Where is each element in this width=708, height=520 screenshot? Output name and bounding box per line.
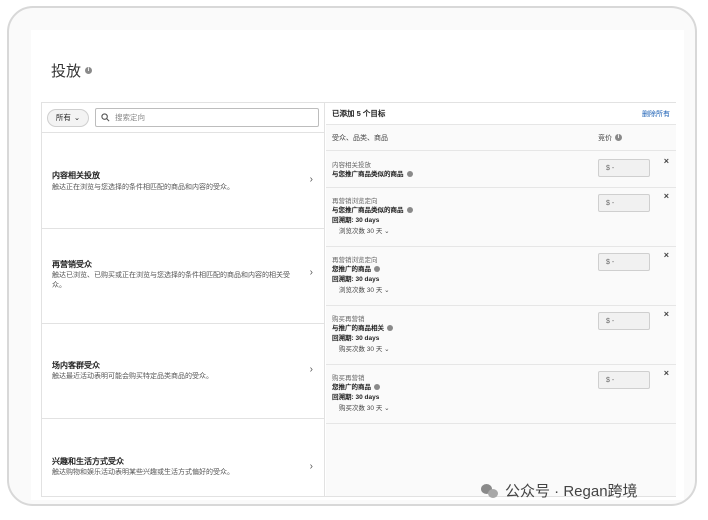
screen: 投放 i 所有 ⌄ 搜索定向 内容相关投放 触达正在浏览与您选择的条件相匹配的商… — [31, 30, 684, 500]
category-item[interactable]: 兴趣和生活方式受众 触达购物和娱乐活动表明某些兴趣或生活方式偏好的受众。 › — [42, 419, 325, 498]
category-item[interactable]: 场内客群受众 触达最近活动表明可能会购买特定品类商品的受众。 › — [42, 324, 325, 419]
targets-header: 已添加 5 个目标 删除所有 — [326, 103, 676, 125]
chevron-right-icon: › — [309, 461, 313, 472]
bid-input[interactable]: $ - — [598, 371, 650, 389]
frequency-dropdown[interactable]: 浏览次数 30 天 ⌄ — [339, 284, 390, 294]
target-row: 购买再营销 您推广的商品 回溯期: 30 days 购买次数 30 天 ⌄ $ … — [326, 365, 676, 424]
search-icon — [101, 113, 110, 122]
target-row: 再营销浏览定向 与您推广商品类似的商品 回溯期: 30 days 浏览次数 30… — [326, 188, 676, 247]
info-icon[interactable] — [374, 384, 380, 391]
close-icon[interactable]: × — [664, 368, 669, 378]
info-icon[interactable] — [387, 325, 393, 332]
target-row: 内容相关投放 与您推广商品类似的商品 $ - × — [326, 152, 676, 188]
info-icon[interactable]: i — [85, 67, 93, 74]
frequency-dropdown[interactable]: 浏览次数 30 天 ⌄ — [339, 225, 390, 235]
chevron-right-icon: › — [309, 267, 313, 278]
info-icon[interactable] — [374, 266, 380, 273]
scope-dropdown[interactable]: 所有 ⌄ — [47, 108, 89, 127]
close-icon[interactable]: × — [664, 156, 669, 166]
targeting-panel: 所有 ⌄ 内容相关投放 触达正在浏览与您选择的条件相匹配的商品和内容的受众。 — [41, 102, 676, 497]
info-icon[interactable]: i — [615, 134, 622, 141]
search-box[interactable] — [95, 108, 319, 127]
targets-column-header: 受众、品类、商品 竞价 i — [326, 125, 676, 151]
frequency-dropdown[interactable]: 购买次数 30 天 ⌄ — [339, 343, 390, 353]
chevron-down-icon: ⌄ — [384, 405, 390, 412]
bid-input[interactable]: $ - — [598, 253, 650, 271]
watermark: 公众号 · Regan跨境 — [481, 480, 638, 501]
close-icon[interactable]: × — [664, 309, 669, 319]
selected-targets: 已添加 5 个目标 删除所有 受众、品类、商品 竞价 i 内容相关投放 与您推广… — [326, 103, 676, 496]
chevron-right-icon: › — [309, 364, 313, 375]
target-row: 购买再营销 与推广的商品相关 回溯期: 30 days 购买次数 30 天 ⌄ … — [326, 306, 676, 365]
remove-all-link[interactable]: 删除所有 — [642, 109, 670, 119]
frequency-dropdown[interactable]: 购买次数 30 天 ⌄ — [339, 402, 390, 412]
chevron-down-icon: ⌄ — [73, 113, 81, 122]
chevron-right-icon: › — [309, 174, 313, 185]
chevron-down-icon: ⌄ — [384, 346, 390, 353]
chevron-down-icon: ⌄ — [384, 228, 390, 235]
close-icon[interactable]: × — [664, 250, 669, 260]
close-icon[interactable]: × — [664, 191, 669, 201]
filter-bar: 所有 ⌄ — [42, 103, 324, 133]
target-row: 再营销浏览定向 您推广的商品 回溯期: 30 days 浏览次数 30 天 ⌄ … — [326, 247, 676, 306]
wechat-icon — [481, 483, 499, 499]
category-item[interactable]: 再营销受众 触达已浏览、已购买或正在浏览与您选择的条件相匹配的商品和内容的相关受… — [42, 229, 325, 324]
bid-input[interactable]: $ - — [598, 194, 650, 212]
bid-input[interactable]: $ - — [598, 312, 650, 330]
bid-input[interactable]: $ - — [598, 159, 650, 177]
info-icon[interactable] — [406, 207, 413, 214]
info-icon[interactable] — [406, 171, 413, 178]
category-item[interactable]: 内容相关投放 触达正在浏览与您选择的条件相匹配的商品和内容的受众。 › — [42, 134, 325, 229]
chevron-down-icon: ⌄ — [384, 287, 390, 294]
search-input[interactable] — [115, 113, 295, 122]
tablet-frame: 投放 i 所有 ⌄ 搜索定向 内容相关投放 触达正在浏览与您选择的条件相匹配的商… — [7, 6, 697, 506]
page-title: 投放 i — [51, 60, 93, 81]
category-list: 所有 ⌄ 内容相关投放 触达正在浏览与您选择的条件相匹配的商品和内容的受众。 — [42, 103, 325, 496]
